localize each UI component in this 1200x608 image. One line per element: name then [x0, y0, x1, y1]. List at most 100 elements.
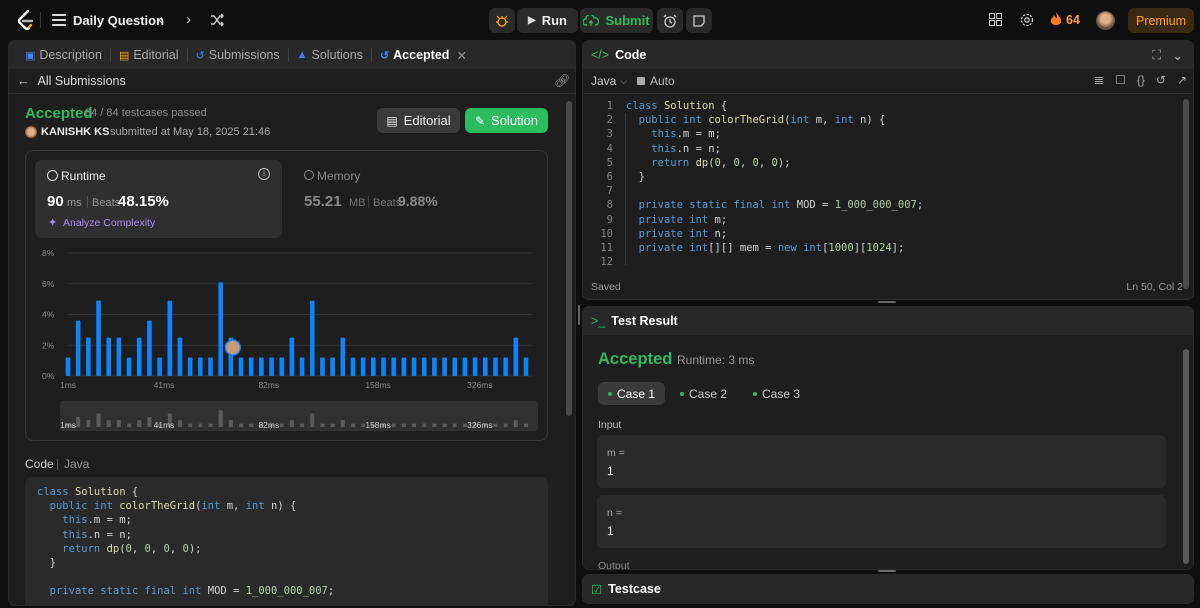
runtime-bar [147, 320, 152, 376]
submission-status: Accepted [25, 105, 93, 122]
language-select[interactable]: Java ⌵ [591, 74, 627, 88]
overview-bar [391, 423, 396, 427]
divider [9, 93, 575, 94]
auto-mode[interactable]: Auto [637, 74, 675, 88]
bookmark-icon[interactable]: ☐ [1115, 73, 1126, 87]
analyze-complexity-link[interactable]: Analyze Complexity [63, 217, 155, 229]
shuffle-icon[interactable] [210, 13, 224, 27]
testcase-panel: ☑ Testcase [582, 574, 1194, 604]
code-line: class Solution { [626, 100, 728, 112]
solution-button[interactable]: ✎ Solution [465, 108, 548, 133]
reset-icon[interactable]: ↺ [1156, 73, 1166, 87]
format-icon[interactable]: ≣ [1094, 73, 1104, 87]
terminal-icon: >_ [591, 314, 606, 328]
cursor-position: Ln 50, Col 2 [1126, 281, 1183, 293]
run-button[interactable]: ▶ Run [517, 8, 578, 33]
submit-label: Submit [605, 13, 650, 28]
tab-editorial[interactable]: ▤ Editorial [113, 48, 185, 62]
vertical-resize-handle[interactable] [578, 305, 580, 325]
braces-icon[interactable]: {} [1137, 73, 1145, 87]
code-editor-panel: </> Code ⛶ ⌄ Java ⌵ Auto ≣ ☐ {} ↺ ↗ 12345… [582, 40, 1194, 300]
description-icon: ▣ [25, 49, 36, 62]
overview-bar [310, 413, 315, 427]
next-problem-icon[interactable]: › [186, 11, 191, 28]
case-tab-1[interactable]: Case 1 [598, 382, 666, 405]
overview-bar [513, 420, 518, 427]
left-scrollbar[interactable] [566, 101, 572, 416]
runtime-card[interactable]: Runtime i 90 ms Beats 48.15% ✦ Analyze C… [35, 160, 282, 238]
case-tab-3[interactable]: Case 3 [743, 382, 810, 405]
submitter-name[interactable]: KANISHK KS [41, 126, 109, 138]
maximize-icon[interactable]: ⛶ [1152, 48, 1161, 63]
editor-scrollbar[interactable] [1183, 99, 1189, 289]
runtime-bar [218, 282, 223, 376]
y-tick-label: 8% [42, 248, 55, 258]
case-tab-2[interactable]: Case 2 [670, 382, 737, 405]
back-to-submissions[interactable]: ← All Submissions [17, 74, 126, 88]
overview-bar [289, 420, 294, 427]
collapse-icon[interactable]: ⌄ [1173, 48, 1183, 63]
user-avatar[interactable] [1096, 11, 1115, 30]
code-line: class Solution { [37, 486, 139, 498]
code-editor[interactable]: 1 2 3 4 5 6 7 8 9 10 11 12 class Solution { public … [583, 99, 1183, 269]
result-scrollbar[interactable] [1183, 349, 1189, 564]
close-tab-icon[interactable]: ✕ [456, 48, 466, 63]
layout-grid-icon[interactable] [989, 13, 1002, 26]
tab-submissions[interactable]: ↺ Submissions [190, 48, 286, 62]
book-icon: ▤ [118, 49, 130, 62]
editorial-button[interactable]: ▤ Editorial [377, 108, 460, 133]
editor-code-lines: class Solution { public int colorTheGrid… [626, 99, 923, 269]
overview-bar [228, 420, 233, 427]
overview-bar [452, 423, 457, 427]
alarm-clock-button[interactable] [657, 8, 683, 33]
divider [583, 93, 1193, 94]
problem-list-icon[interactable] [52, 13, 66, 27]
expand-icon[interactable]: ↗ [1177, 73, 1187, 87]
tab-description[interactable]: ▣ Description [19, 48, 108, 62]
submit-button[interactable]: Submit [580, 8, 653, 33]
premium-button[interactable]: Premium [1128, 8, 1194, 33]
runtime-bar [421, 357, 427, 376]
runtime-bar [391, 357, 396, 376]
runtime-distribution-chart[interactable]: 8% 6% 4% 2% 0% 1ms 41ms 82ms 158ms 326ms 1ms 41ms 82… [26, 241, 547, 441]
top-bar: Daily Question ‹ › ▶ Run Submit 64 Premi… [0, 0, 1200, 40]
horizontal-resize-handle[interactable] [878, 570, 896, 572]
tab-accepted[interactable]: ↺ Accepted ✕ [374, 48, 473, 63]
edit-icon: ✎ [474, 113, 486, 128]
tab-solutions[interactable]: ▲ Solutions [291, 48, 369, 62]
page-title[interactable]: Daily Question [73, 13, 164, 28]
leetcode-logo[interactable] [16, 10, 36, 30]
runtime-bar [136, 337, 142, 376]
runtime-bar [523, 357, 529, 376]
debug-button[interactable] [489, 8, 515, 33]
runtime-bar [381, 357, 386, 376]
streak-counter[interactable]: 64 [1050, 12, 1080, 27]
y-tick-label: 6% [42, 279, 55, 289]
runtime-bar [350, 357, 356, 376]
memory-card[interactable]: Memory 55.21 MB Beats 9.88% [294, 160, 534, 238]
link-icon[interactable]: 🔗︎ [554, 73, 571, 89]
notes-button[interactable] [686, 8, 712, 33]
horizontal-resize-handle[interactable] [878, 301, 896, 303]
overview-bar [239, 423, 244, 427]
flask-icon: ▲ [296, 49, 308, 61]
settings-gear-icon[interactable] [1020, 13, 1034, 27]
code-line: public int colorTheGrid(int m, int n) { [638, 114, 886, 127]
runtime-bar [157, 357, 162, 376]
input-m-value: 1 [607, 464, 614, 478]
testcase-tab-bar[interactable]: ☑ Testcase [583, 575, 1193, 603]
line-number: 11 [600, 241, 613, 254]
flame-icon [1050, 12, 1062, 25]
input-m-box: m = 1 [597, 435, 1166, 488]
line-number: 7 [606, 185, 613, 198]
tab-separator [287, 48, 289, 62]
runtime-label: Runtime [61, 169, 106, 183]
runtime-bar [259, 357, 264, 376]
info-icon[interactable]: i [258, 168, 270, 180]
submitted-code-block: class Solution { public int colorTheGrid… [25, 477, 548, 605]
overview-bar [300, 423, 305, 427]
code-line: this.m = m; [62, 514, 132, 527]
line-number: 3 [606, 128, 613, 141]
save-status: Saved [591, 281, 621, 293]
prev-problem-icon[interactable]: ‹ [158, 11, 163, 28]
